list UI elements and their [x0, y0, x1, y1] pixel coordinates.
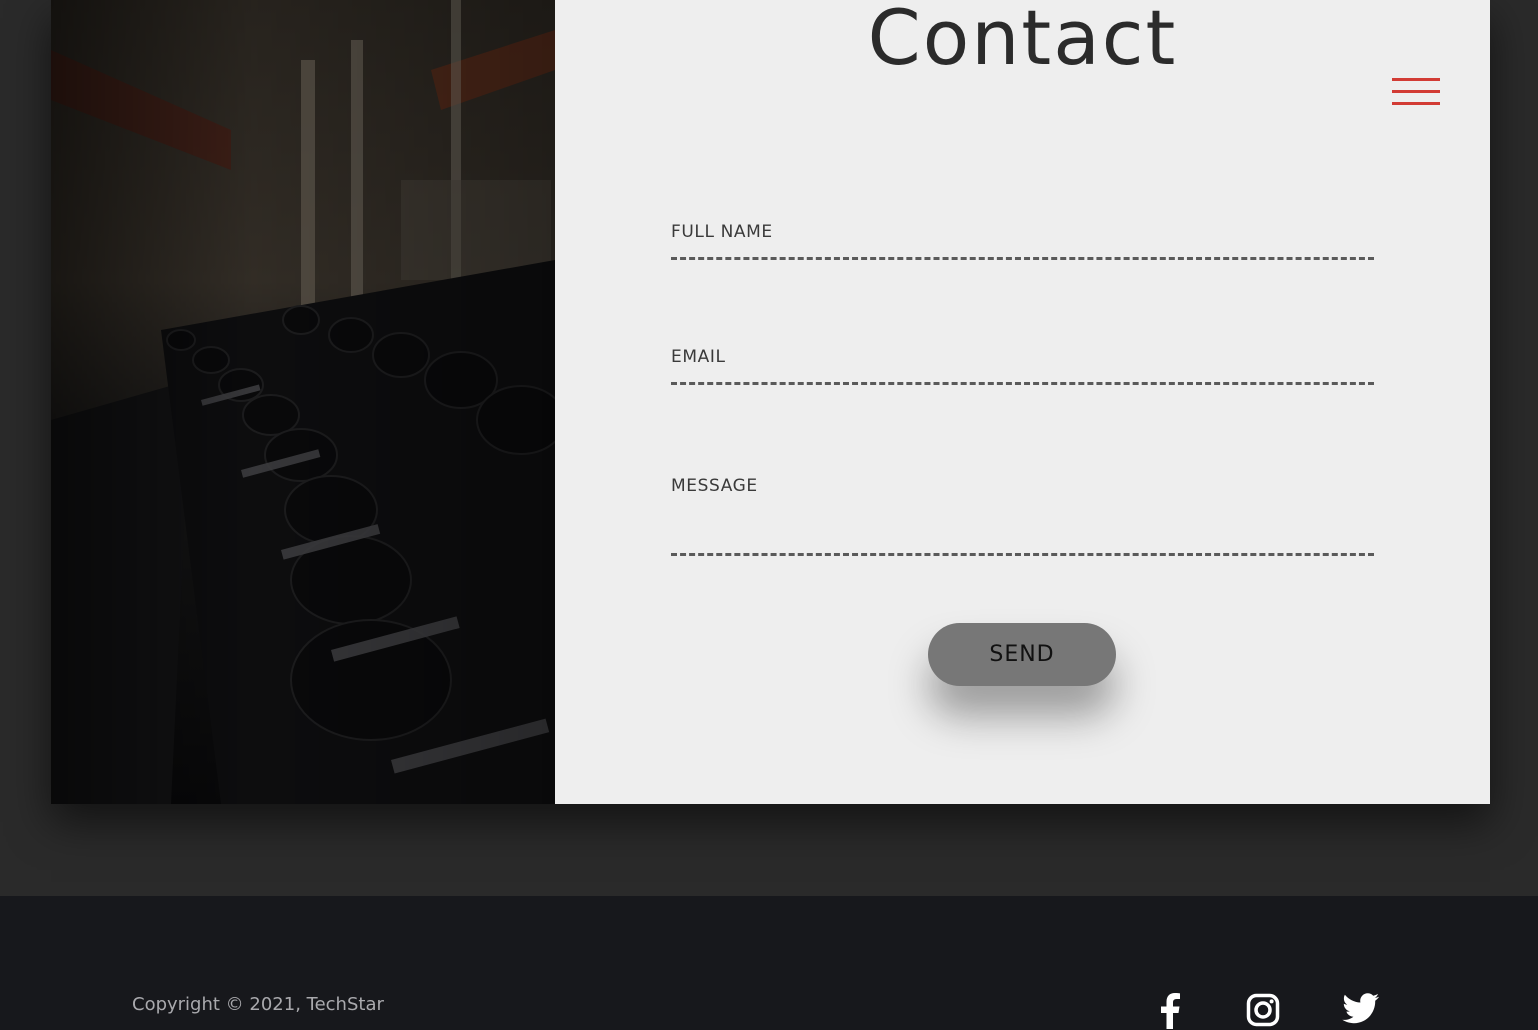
email-field[interactable]: EMAIL — [671, 347, 1374, 385]
contact-card: Contact FULL NAME EMAIL MESSAGE SEND — [51, 0, 1490, 804]
message-underline[interactable] — [671, 553, 1374, 556]
hamburger-menu-icon[interactable] — [1392, 78, 1440, 108]
send-button[interactable]: SEND — [928, 623, 1116, 686]
message-label: MESSAGE — [671, 476, 758, 496]
instagram-icon[interactable] — [1246, 993, 1280, 1030]
message-field[interactable]: MESSAGE — [671, 476, 1374, 556]
email-label: EMAIL — [671, 347, 726, 367]
page: Contact FULL NAME EMAIL MESSAGE SEND Cop… — [0, 0, 1538, 1030]
full-name-underline[interactable] — [671, 257, 1374, 260]
page-title: Contact — [867, 0, 1178, 82]
footer: Copyright © 2021, TechStar — [0, 896, 1538, 1030]
full-name-field[interactable]: FULL NAME — [671, 222, 1374, 260]
full-name-label: FULL NAME — [671, 222, 773, 242]
copyright-text: Copyright © 2021, TechStar — [132, 994, 384, 1015]
contact-form-panel: Contact FULL NAME EMAIL MESSAGE SEND — [555, 0, 1490, 804]
contact-section: Contact FULL NAME EMAIL MESSAGE SEND — [0, 0, 1538, 896]
send-button-wrap: SEND — [928, 623, 1116, 686]
facebook-icon[interactable] — [1158, 993, 1182, 1030]
gym-dumbbell-photo — [51, 0, 555, 804]
twitter-icon[interactable] — [1342, 993, 1380, 1029]
email-underline[interactable] — [671, 382, 1374, 385]
